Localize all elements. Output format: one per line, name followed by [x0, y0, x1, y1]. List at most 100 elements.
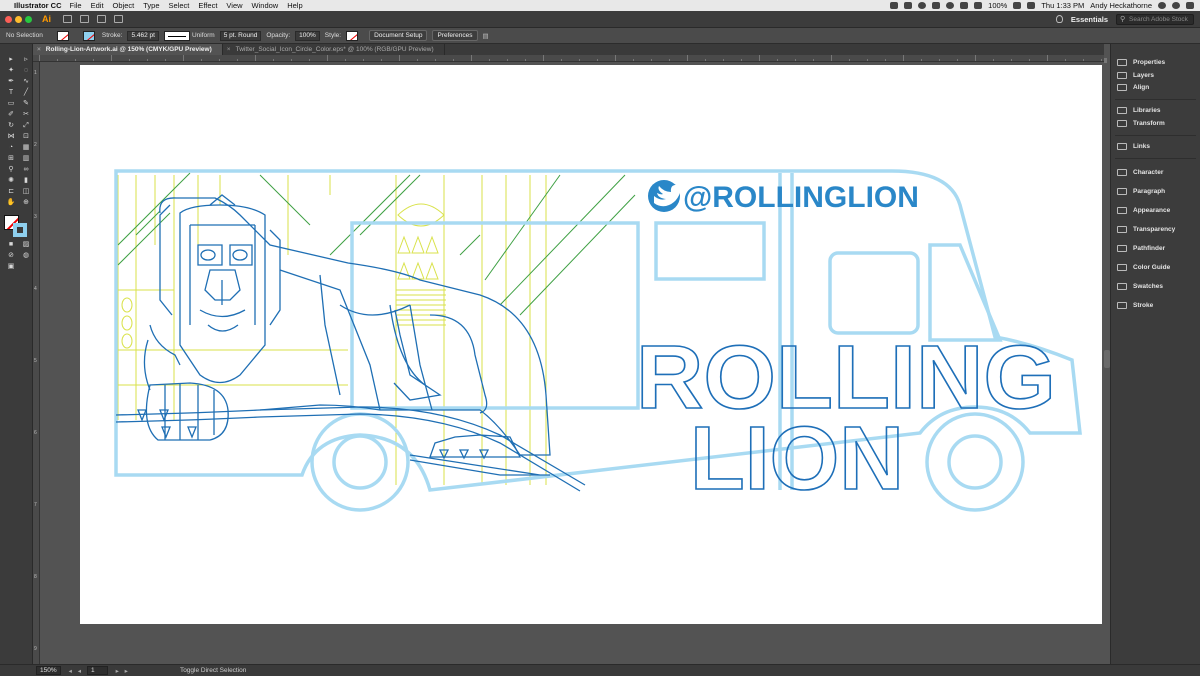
gradient-tool-icon[interactable]: ▥ — [20, 155, 32, 163]
gpu-performance-icon[interactable] — [114, 15, 123, 23]
artboard-handle[interactable] — [1104, 58, 1107, 63]
column-graph-tool-icon[interactable]: ▮ — [20, 177, 32, 185]
notification-center-icon[interactable] — [1186, 2, 1194, 9]
color-mode-icon[interactable]: ■ — [5, 241, 17, 249]
stroke-label[interactable]: Stroke: — [102, 32, 123, 39]
creative-cloud-icon[interactable] — [890, 2, 899, 9]
panel-swatches[interactable]: Swatches — [1111, 277, 1200, 296]
status-text[interactable]: Toggle Direct Selection — [180, 667, 246, 674]
close-tab-icon[interactable]: × — [37, 46, 41, 53]
panel-properties[interactable]: Properties — [1111, 56, 1200, 69]
panel-transparency[interactable]: Transparency — [1111, 220, 1200, 239]
direct-selection-tool-icon[interactable]: ▹ — [20, 56, 32, 64]
menu-effect[interactable]: Effect — [198, 1, 217, 10]
document-setup-button[interactable]: Document Setup — [369, 30, 428, 41]
sync-icon[interactable] — [918, 2, 927, 9]
hand-tool-icon[interactable]: ✋ — [5, 199, 17, 207]
pen-tool-icon[interactable]: ✒ — [5, 78, 17, 86]
tab-twitter-icon[interactable]: × Twitter_Social_Icon_Circle_Color.eps* … — [223, 44, 445, 55]
draw-mode-icon[interactable]: ◍ — [20, 252, 32, 260]
time-machine-icon[interactable] — [946, 2, 955, 9]
panel-pathfinder[interactable]: Pathfinder — [1111, 239, 1200, 258]
menu-help[interactable]: Help — [287, 1, 302, 10]
artboard[interactable]: @ROLLINGLION ROLLING LION — [80, 65, 1102, 624]
brush-definition[interactable]: 5 pt. Round — [219, 30, 262, 41]
spotlight-icon[interactable] — [1158, 2, 1166, 9]
menu-view[interactable]: View — [226, 1, 242, 10]
preferences-button[interactable]: Preferences — [432, 30, 478, 41]
panel-align[interactable]: Align — [1111, 82, 1200, 95]
line-tool-icon[interactable]: ╱ — [20, 89, 32, 97]
vertical-ruler[interactable]: 1 2 3 4 5 6 7 8 9 — [33, 62, 40, 664]
magic-wand-tool-icon[interactable]: ✦ — [5, 67, 17, 75]
panel-appearance[interactable]: Appearance — [1111, 201, 1200, 220]
width-tool-icon[interactable]: ⋈ — [5, 133, 17, 141]
lightbulb-icon[interactable] — [1055, 15, 1063, 23]
artwork-canvas[interactable]: @ROLLINGLION ROLLING LION — [80, 65, 1102, 624]
user-name[interactable]: Andy Heckathorne — [1090, 1, 1152, 10]
stroke-weight-input[interactable]: 5.462 pt — [127, 30, 159, 41]
zoom-tool-icon[interactable]: ⊕ — [20, 199, 32, 207]
type-tool-icon[interactable]: T — [5, 89, 17, 97]
menu-edit[interactable]: Edit — [91, 1, 104, 10]
panel-transform[interactable]: Transform — [1111, 117, 1200, 130]
screen-mode-icon[interactable]: ▣ — [5, 263, 17, 271]
zoom-level-input[interactable]: 150% — [36, 666, 61, 675]
graphic-style-swatch[interactable] — [346, 30, 359, 41]
menu-app-name[interactable]: Illustrator CC — [14, 1, 62, 10]
bluetooth-icon[interactable] — [932, 2, 941, 9]
stroke-color-box[interactable] — [13, 223, 27, 237]
siri-icon[interactable] — [1172, 2, 1180, 9]
flag-icon[interactable] — [1027, 2, 1036, 9]
stock-icon[interactable] — [80, 15, 89, 23]
none-mode-icon[interactable]: ⊘ — [5, 252, 17, 260]
align-options-icon[interactable]: ▤ — [483, 32, 489, 40]
dropbox-icon[interactable] — [904, 2, 913, 9]
paintbrush-tool-icon[interactable]: ✎ — [20, 100, 32, 108]
artboard-number-input[interactable]: 1 — [86, 666, 108, 675]
menu-object[interactable]: Object — [113, 1, 135, 10]
artboard-navigation[interactable]: ◂ ◂ — [69, 667, 83, 675]
scale-tool-icon[interactable]: ⤢ — [20, 122, 32, 130]
shaper-tool-icon[interactable]: ✐ — [5, 111, 17, 119]
eyedropper-tool-icon[interactable]: ⚲ — [5, 166, 17, 174]
close-window-button[interactable] — [5, 15, 12, 23]
panel-stroke[interactable]: Stroke — [1111, 296, 1200, 315]
workspace-switcher[interactable]: Essentials — [1071, 15, 1108, 24]
menu-select[interactable]: Select — [169, 1, 190, 10]
tab-rolling-lion[interactable]: × Rolling-Lion-Artwork.ai @ 150% (CMYK/G… — [33, 44, 223, 55]
gradient-mode-icon[interactable]: ▨ — [20, 241, 32, 249]
panel-libraries[interactable]: Libraries — [1111, 104, 1200, 117]
bridge-icon[interactable] — [63, 15, 72, 23]
rectangle-tool-icon[interactable]: ▭ — [5, 100, 17, 108]
blend-tool-icon[interactable]: ∞ — [20, 166, 32, 174]
opacity-label[interactable]: Opacity: — [266, 32, 290, 39]
profile-label[interactable]: Uniform — [192, 32, 215, 39]
scissors-tool-icon[interactable]: ✂ — [20, 111, 32, 119]
battery-percent[interactable]: 100% — [988, 1, 1007, 10]
panel-color-guide[interactable]: Color Guide — [1111, 258, 1200, 277]
stroke-swatch[interactable] — [82, 30, 95, 41]
arrange-documents-icon[interactable] — [97, 15, 106, 23]
minimize-window-button[interactable] — [15, 15, 22, 23]
close-tab-icon[interactable]: × — [227, 46, 231, 53]
shape-builder-tool-icon[interactable]: ◔ — [5, 144, 17, 152]
volume-icon[interactable] — [974, 2, 983, 9]
battery-icon[interactable] — [1013, 2, 1022, 9]
variable-width-profile[interactable] — [163, 30, 190, 41]
stock-search-input[interactable]: Search Adobe Stock — [1116, 13, 1194, 25]
free-transform-tool-icon[interactable]: ⊡ — [20, 133, 32, 141]
wifi-icon[interactable] — [960, 2, 969, 9]
perspective-grid-tool-icon[interactable]: ▦ — [20, 144, 32, 152]
menu-window[interactable]: Window — [252, 1, 279, 10]
menu-file[interactable]: File — [70, 1, 82, 10]
rotate-tool-icon[interactable]: ↻ — [5, 122, 17, 130]
zoom-window-button[interactable] — [25, 15, 32, 23]
artboard-tool-icon[interactable]: ⊏ — [5, 188, 17, 196]
panel-character[interactable]: Character — [1111, 163, 1200, 182]
opacity-input[interactable]: 100% — [295, 30, 320, 41]
curvature-tool-icon[interactable]: ∿ — [20, 78, 32, 86]
panel-paragraph[interactable]: Paragraph — [1111, 182, 1200, 201]
mesh-tool-icon[interactable]: ⊞ — [5, 155, 17, 163]
horizontal-ruler[interactable] — [33, 55, 1104, 62]
